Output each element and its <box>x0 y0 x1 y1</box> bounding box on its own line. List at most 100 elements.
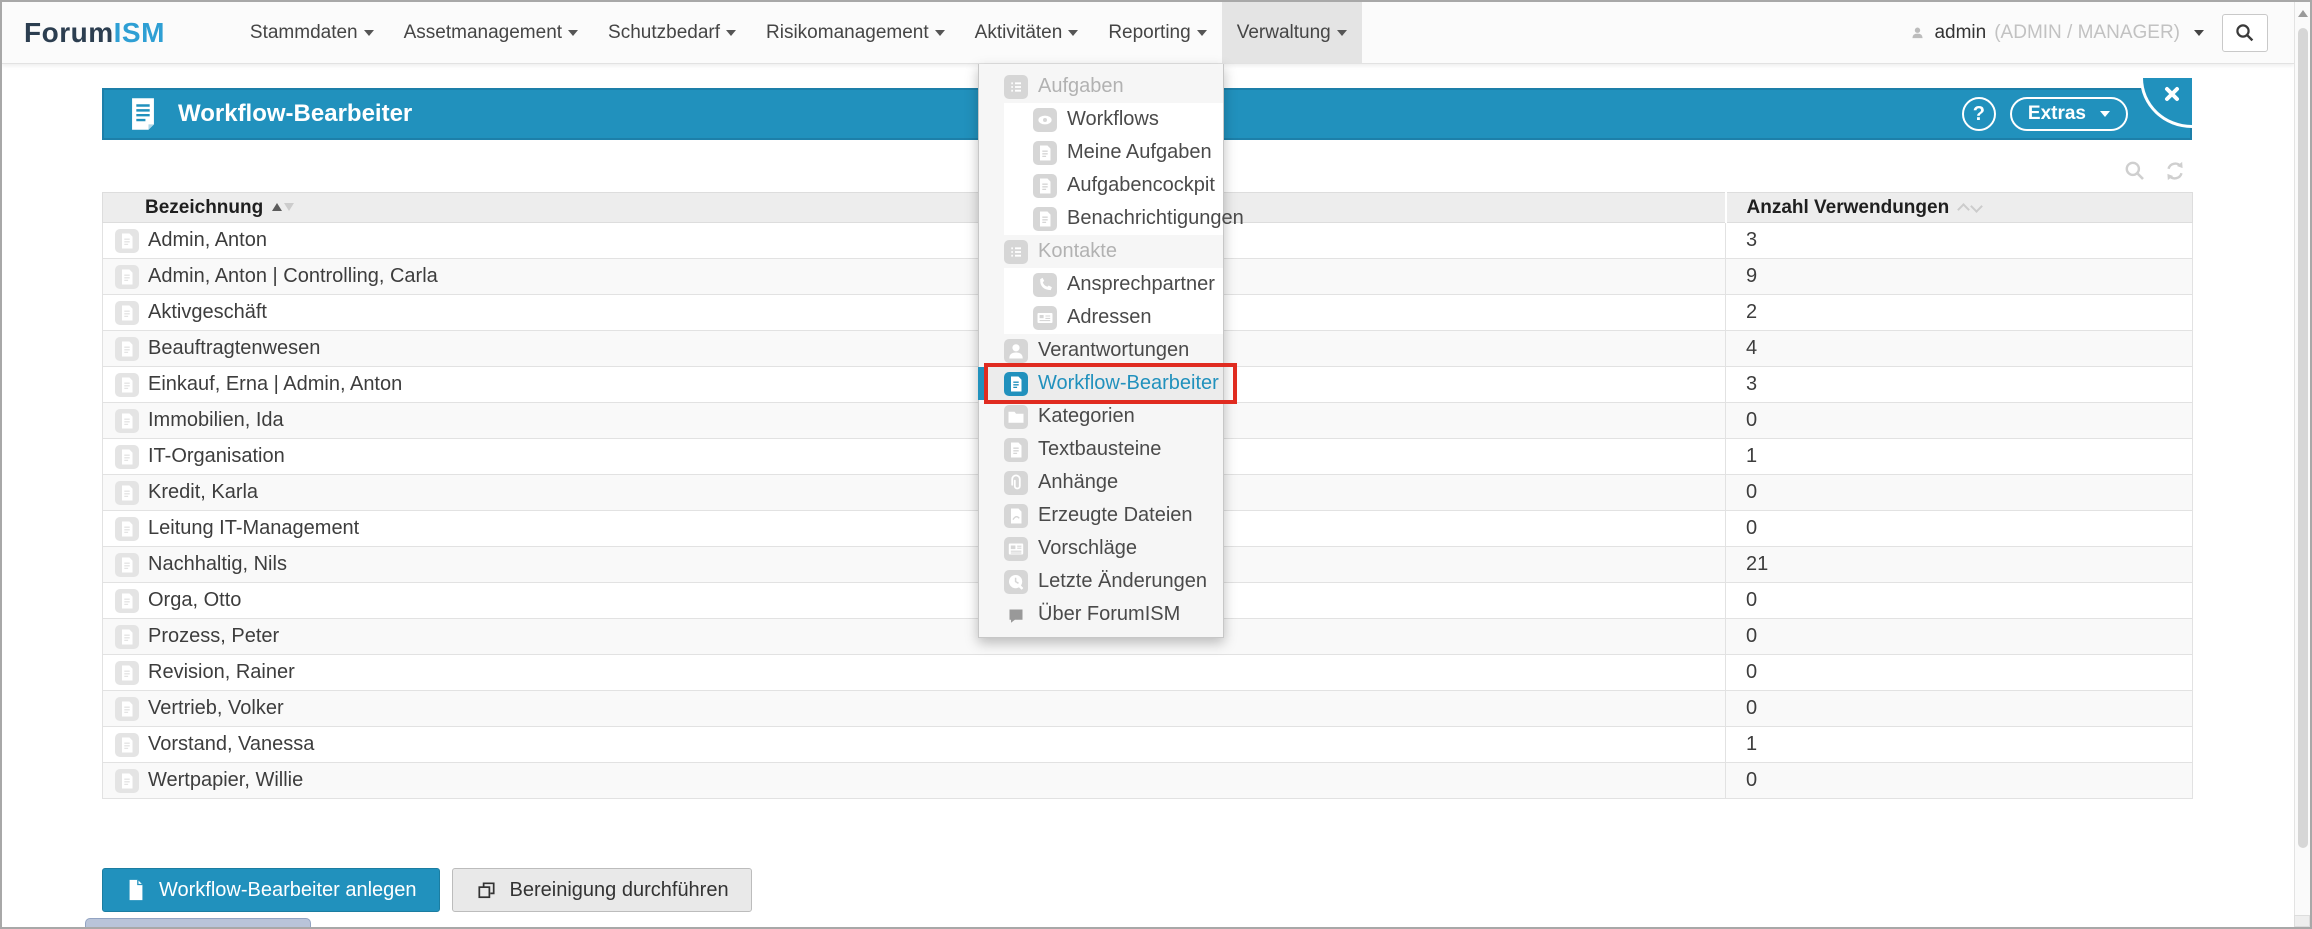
navbar-right: admin (ADMIN / MANAGER) <box>1909 2 2294 63</box>
menu-item-textbausteine[interactable]: Textbausteine <box>979 433 1223 466</box>
nav-item-aktivitaeten[interactable]: Aktivitäten <box>960 2 1094 63</box>
column-label: Bezeichnung <box>145 197 263 218</box>
nav-item-schutzbedarf[interactable]: Schutzbedarf <box>593 2 751 63</box>
help-button[interactable]: ? <box>1962 97 1996 131</box>
nav-item-verwaltung[interactable]: Verwaltung <box>1222 2 1362 63</box>
nav-item-risikomanagement[interactable]: Risikomanagement <box>751 2 960 63</box>
column-header-anzahl-verwendungen[interactable]: Anzahl Verwendungen <box>1726 193 2193 223</box>
create-workflow-bearbeiter-button[interactable]: Workflow-Bearbeiter anlegen <box>102 868 440 912</box>
footer-actions: Workflow-Bearbeiter anlegen Bereinigung … <box>102 868 752 912</box>
menu-item-vorschlaege[interactable]: Vorschläge <box>979 532 1223 565</box>
menu-item-verantwortungen[interactable]: Verantwortungen <box>979 334 1223 367</box>
table-search-button[interactable] <box>2122 158 2148 184</box>
table-row[interactable]: Wertpapier, Willie 0 <box>103 763 2193 799</box>
menu-group-kontakte: Kontakte <box>979 235 1223 268</box>
sort-asc-icon[interactable] <box>272 203 282 211</box>
vertical-scrollbar-thumb[interactable] <box>2298 28 2308 848</box>
menu-item-benachrichtigungen[interactable]: Benachrichtigungen <box>1004 202 1223 235</box>
document-icon <box>1033 207 1057 231</box>
horizontal-scrollbar-thumb[interactable] <box>85 918 311 927</box>
nav-item-stammdaten[interactable]: Stammdaten <box>235 2 389 63</box>
sort-asc-icon[interactable] <box>1957 203 1970 216</box>
document-icon <box>1004 438 1028 462</box>
document-icon <box>115 337 139 361</box>
eye-icon <box>1033 108 1057 132</box>
refresh-button[interactable] <box>2162 158 2188 184</box>
nav-item-assetmanagement[interactable]: Assetmanagement <box>389 2 593 63</box>
sort-desc-icon[interactable] <box>1970 200 1983 213</box>
menu-item-label: Textbausteine <box>1038 438 1161 461</box>
table-row[interactable]: Vertrieb, Volker 0 <box>103 691 2193 727</box>
extras-button[interactable]: Extras <box>2010 97 2128 131</box>
menu-item-kategorien[interactable]: Kategorien <box>979 400 1223 433</box>
panel-header-actions: ? Extras <box>1962 97 2128 131</box>
paperclip-icon <box>1004 471 1028 495</box>
active-indicator-bar <box>978 367 984 400</box>
row-count: 3 <box>1726 367 2193 403</box>
vertical-scrollbar[interactable] <box>2294 2 2310 927</box>
menu-item-label: Workflows <box>1067 108 1159 131</box>
nav-label: Reporting <box>1108 22 1190 44</box>
panel-close-button[interactable] <box>2140 78 2192 128</box>
scroll-up-arrow-icon[interactable] <box>2298 10 2308 17</box>
person-icon <box>1004 339 1028 363</box>
page-title: Workflow-Bearbeiter <box>178 100 412 128</box>
document-icon <box>1033 174 1057 198</box>
column-label: Anzahl Verwendungen <box>1747 197 1950 218</box>
menu-item-letzte-aenderungen[interactable]: Letzte Änderungen <box>979 565 1223 598</box>
document-icon <box>115 553 139 577</box>
document-icon <box>115 733 139 757</box>
document-icon <box>115 265 139 289</box>
search-button[interactable] <box>2222 14 2268 52</box>
menu-item-workflow-bearbeiter[interactable]: Workflow-Bearbeiter <box>979 367 1223 400</box>
row-name: Prozess, Peter <box>148 625 279 647</box>
row-name: IT-Organisation <box>148 445 285 467</box>
menu-item-ansprechpartner[interactable]: Ansprechpartner <box>1004 268 1223 301</box>
document-icon <box>115 697 139 721</box>
menu-item-ueber-forumism[interactable]: Über ForumISM <box>979 598 1223 631</box>
menu-item-workflows[interactable]: Workflows <box>1004 103 1223 136</box>
nav-label: Aktivitäten <box>975 22 1063 44</box>
list-icon <box>1004 240 1028 264</box>
nav-item-reporting[interactable]: Reporting <box>1093 2 1221 63</box>
row-count: 1 <box>1726 727 2193 763</box>
menu-item-erzeugte-dateien[interactable]: Erzeugte Dateien <box>979 499 1223 532</box>
logo-text-primary: Forum <box>24 17 114 49</box>
menu-item-anhaenge[interactable]: Anhänge <box>979 466 1223 499</box>
document-icon <box>115 373 139 397</box>
extras-label: Extras <box>2028 103 2086 125</box>
newspaper-icon <box>1004 537 1028 561</box>
workflow-bearbeiter-icon <box>128 97 158 131</box>
menu-item-adressen[interactable]: Adressen <box>1004 301 1223 334</box>
cleanup-button[interactable]: Bereinigung durchführen <box>452 868 752 912</box>
chevron-down-icon <box>2100 111 2110 117</box>
menu-item-meine-aufgaben[interactable]: Meine Aufgaben <box>1004 136 1223 169</box>
folder-icon <box>1004 405 1028 429</box>
chevron-down-icon <box>726 30 736 36</box>
phone-icon <box>1033 273 1057 297</box>
document-icon <box>115 517 139 541</box>
menu-item-label: Adressen <box>1067 306 1152 329</box>
row-name: Immobilien, Ida <box>148 409 284 431</box>
row-name: Wertpapier, Willie <box>148 769 303 791</box>
row-count: 4 <box>1726 331 2193 367</box>
table-row[interactable]: Vorstand, Vanessa 1 <box>103 727 2193 763</box>
menu-item-label: Verantwortungen <box>1038 339 1189 362</box>
row-count: 0 <box>1726 475 2193 511</box>
chevron-down-icon <box>2194 30 2204 36</box>
sort-desc-icon[interactable] <box>284 203 294 211</box>
button-label: Workflow-Bearbeiter anlegen <box>159 879 417 902</box>
document-icon <box>115 589 139 613</box>
menu-item-aufgabencockpit[interactable]: Aufgabencockpit <box>1004 169 1223 202</box>
menu-item-label: Anhänge <box>1038 471 1118 494</box>
user-menu[interactable]: admin (ADMIN / MANAGER) <box>1909 22 2204 44</box>
column-header-bezeichnung[interactable]: Bezeichnung <box>103 193 1726 223</box>
app-logo[interactable]: ForumISM <box>24 2 165 63</box>
row-count: 0 <box>1726 655 2193 691</box>
row-count: 3 <box>1726 223 2193 259</box>
row-name: Aktivgeschäft <box>148 301 267 323</box>
document-icon <box>115 409 139 433</box>
table-row[interactable]: Revision, Rainer 0 <box>103 655 2193 691</box>
row-count: 0 <box>1726 583 2193 619</box>
refresh-icon <box>2162 158 2188 184</box>
